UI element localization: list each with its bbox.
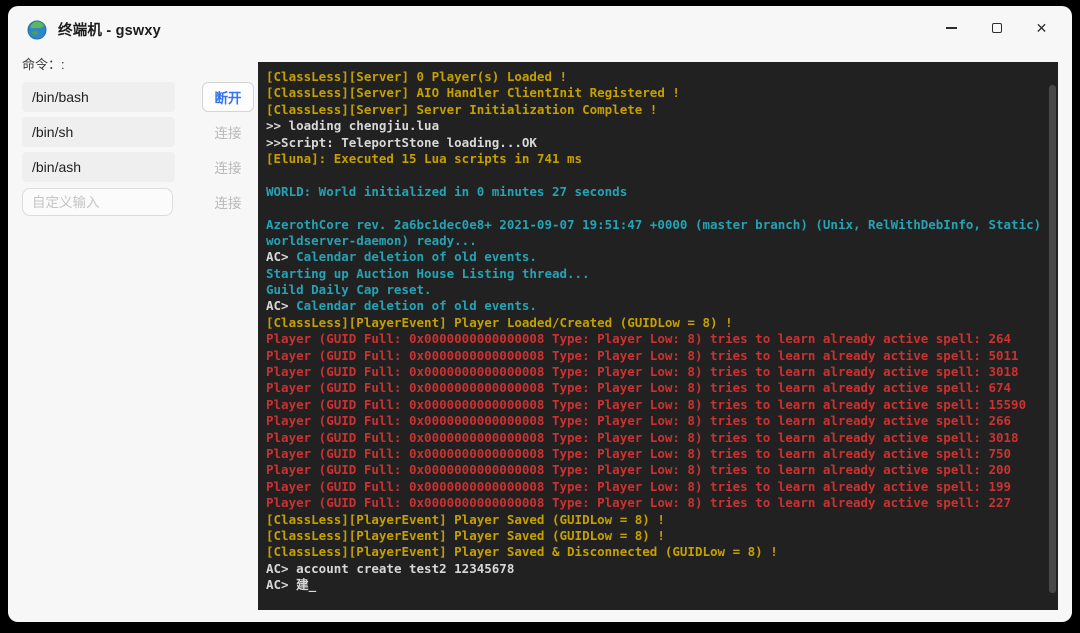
- terminal-line: [ClassLess][Server] AIO Handler ClientIn…: [266, 85, 680, 101]
- terminal-line: >> loading chengjiu.lua: [266, 118, 440, 134]
- maximize-button[interactable]: [974, 6, 1019, 50]
- command-value-sh: /bin/sh: [22, 117, 175, 147]
- minimize-button[interactable]: [929, 6, 974, 50]
- terminal-line: Player (GUID Full: 0x0000000000000008 Ty…: [266, 380, 1012, 396]
- terminal-line: WORLD: World initialized in 0 minutes 27…: [266, 183, 628, 199]
- terminal-line: >>Script: TeleportStone loading...OK: [266, 134, 537, 150]
- custom-command-input[interactable]: [22, 188, 173, 216]
- command-row-custom: 连接: [22, 187, 254, 217]
- command-value-ash: /bin/ash: [22, 152, 175, 182]
- app-globe-icon: [27, 20, 47, 40]
- close-icon: ✕: [1035, 20, 1048, 36]
- commands-label: 命令：:: [22, 57, 65, 72]
- terminal-line: Player (GUID Full: 0x0000000000000008 Ty…: [266, 347, 1019, 363]
- disconnect-button[interactable]: 断开: [202, 82, 254, 112]
- terminal-line: AC> account create test2 12345678: [266, 560, 515, 576]
- terminal-line: [ClassLess][PlayerEvent] Player Saved (G…: [266, 511, 665, 527]
- terminal-line: Starting up Auction House Listing thread…: [266, 265, 590, 281]
- terminal-line: Player (GUID Full: 0x0000000000000008 Ty…: [266, 396, 1027, 412]
- terminal-line: [Eluna]: Executed 15 Lua scripts in 741 …: [266, 150, 583, 166]
- terminal-scrollbar[interactable]: [1049, 85, 1056, 593]
- terminal-line: AC> Calendar deletion of old events.: [266, 298, 537, 314]
- terminal-line: AzerothCore rev. 2a6bc1dec0e8+ 2021-09-0…: [266, 216, 1057, 232]
- window-title: 终端机 - gswxy: [58, 23, 161, 39]
- command-value-bash: /bin/bash: [22, 82, 175, 112]
- connect-button-ash[interactable]: 连接: [215, 157, 242, 177]
- terminal-line: [ClassLess][PlayerEvent] Player Loaded/C…: [266, 314, 733, 330]
- terminal-line: Player (GUID Full: 0x0000000000000008 Ty…: [266, 495, 1012, 511]
- terminal-line: Player (GUID Full: 0x0000000000000008 Ty…: [266, 413, 1012, 429]
- command-row-sh: /bin/sh 连接: [22, 117, 254, 147]
- terminal-line: Guild Daily Cap reset.: [266, 282, 432, 298]
- connect-button-custom[interactable]: 连接: [215, 192, 242, 212]
- terminal-line: Player (GUID Full: 0x0000000000000008 Ty…: [266, 478, 1012, 494]
- terminal-line: [ClassLess][PlayerEvent] Player Saved (G…: [266, 527, 665, 543]
- terminal-line: [ClassLess][Server] 0 Player(s) Loaded !: [266, 69, 568, 84]
- terminal-line: [ClassLess][Server] Server Initializatio…: [266, 101, 658, 117]
- command-row-bash: /bin/bash 断开: [22, 82, 254, 112]
- command-row-ash: /bin/ash 连接: [22, 152, 254, 182]
- app-window: 终端机 - gswxy ✕ 命令：: /bin/bash 断开 /bin/sh …: [8, 6, 1072, 622]
- terminal-line: [ClassLess][PlayerEvent] Player Saved & …: [266, 544, 778, 560]
- terminal-line: AC> Calendar deletion of old events.: [266, 249, 537, 265]
- terminal-line: worldserver-daemon) ready...: [266, 232, 477, 248]
- maximize-icon: [991, 23, 1002, 33]
- command-sidebar: 命令：: /bin/bash 断开 /bin/sh 连接 /bin/ash 连接…: [22, 54, 254, 222]
- terminal-line: Player (GUID Full: 0x0000000000000008 Ty…: [266, 429, 1019, 445]
- terminal-line: AC> 建_: [266, 577, 317, 593]
- terminal-line: Player (GUID Full: 0x0000000000000008 Ty…: [266, 331, 1012, 347]
- minimize-icon: [946, 27, 957, 29]
- title-bar[interactable]: 终端机 - gswxy ✕: [8, 6, 1072, 52]
- connect-button-sh[interactable]: 连接: [215, 122, 242, 142]
- terminal-line: Player (GUID Full: 0x0000000000000008 Ty…: [266, 462, 1012, 478]
- terminal-line: Player (GUID Full: 0x0000000000000008 Ty…: [266, 445, 1012, 461]
- close-button[interactable]: ✕: [1019, 6, 1064, 50]
- terminal-output[interactable]: [ClassLess][Server] 0 Player(s) Loaded !…: [258, 62, 1058, 610]
- terminal-line: Player (GUID Full: 0x0000000000000008 Ty…: [266, 364, 1019, 380]
